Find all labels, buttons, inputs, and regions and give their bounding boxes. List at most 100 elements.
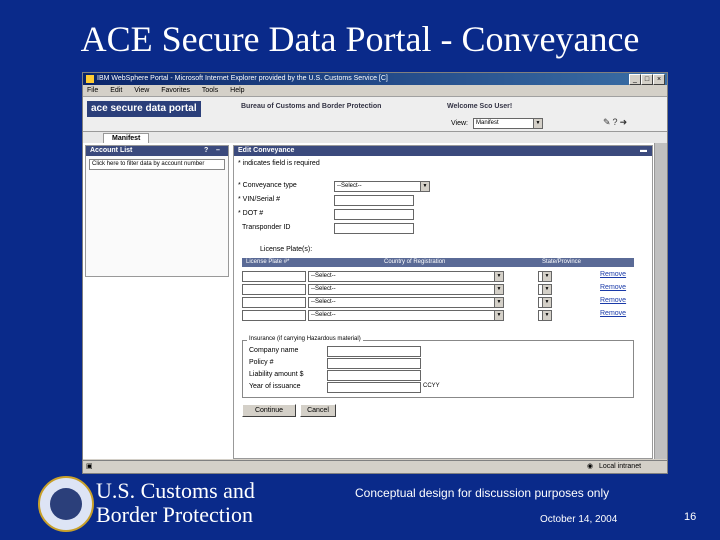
logout-icon[interactable]: ➜	[620, 117, 630, 127]
page-icon: ▣	[86, 463, 93, 470]
minimize-icon[interactable]: ▬	[640, 146, 647, 156]
edit-conveyance-title: Edit Conveyance	[238, 147, 295, 154]
portal-content: Account List ? – Click here to filter da…	[83, 143, 655, 459]
country-select[interactable]: --Select-- ▼	[308, 271, 504, 282]
remove-link[interactable]: Remove	[600, 310, 626, 317]
menu-file[interactable]: File	[87, 87, 98, 94]
year-hint: CCYY	[423, 383, 440, 389]
menu-edit[interactable]: Edit	[110, 87, 122, 94]
license-plate-field[interactable]	[242, 310, 306, 321]
chevron-down-icon: ▼	[533, 119, 542, 128]
help-icon[interactable]: ?	[204, 146, 208, 156]
license-plate-field[interactable]	[242, 271, 306, 282]
license-plates-label: License Plate(s):	[260, 246, 313, 253]
policy-field[interactable]	[327, 358, 421, 369]
account-list-header: Account List ? –	[86, 146, 228, 156]
year-label: Year of issuance	[249, 383, 301, 390]
liability-field[interactable]	[327, 370, 421, 381]
menu-tools[interactable]: Tools	[202, 87, 218, 94]
menu-help[interactable]: Help	[230, 87, 244, 94]
edit-icon[interactable]: ✎	[603, 117, 613, 127]
remove-link[interactable]: Remove	[600, 284, 626, 291]
continue-button[interactable]: Continue	[242, 404, 296, 417]
vin-label: * VIN/Serial #	[238, 196, 281, 203]
slide-title: ACE Secure Data Portal - Conveyance	[80, 19, 640, 59]
country-select-value: --Select--	[311, 312, 336, 318]
country-select[interactable]: --Select-- ▼	[308, 284, 504, 295]
country-select[interactable]: --Select-- ▼	[308, 297, 504, 308]
chevron-down-icon: ▼	[494, 311, 503, 320]
view-select-value: Manifest	[476, 120, 499, 126]
account-filter-input[interactable]: Click here to filter data by account num…	[89, 159, 225, 170]
cancel-button[interactable]: Cancel	[300, 404, 336, 417]
dot-field[interactable]	[334, 209, 414, 220]
remove-link[interactable]: Remove	[600, 297, 626, 304]
country-select-value: --Select--	[311, 286, 336, 292]
help-icon[interactable]: ?	[613, 117, 620, 127]
page-number: 16	[684, 511, 697, 523]
welcome-text: Welcome Sco User!	[447, 103, 513, 110]
view-select[interactable]: Manifest ▼	[473, 118, 543, 129]
browser-window: IBM WebSphere Portal - Microsoft Interne…	[82, 72, 668, 474]
liability-label: Liability amount $	[249, 371, 304, 378]
disclaimer-text: Conceptual design for discussion purpose…	[355, 486, 610, 500]
header-tools: ✎?➜	[603, 117, 629, 128]
conveyance-type-value: --Select--	[337, 183, 362, 189]
year-field[interactable]	[327, 382, 421, 393]
vertical-scrollbar[interactable]	[654, 143, 667, 459]
country-select[interactable]: --Select-- ▼	[308, 310, 504, 321]
country-select-value: --Select--	[311, 299, 336, 305]
license-plate-field[interactable]	[242, 297, 306, 308]
state-select[interactable]: ▼	[538, 271, 552, 282]
view-label: View:	[451, 120, 468, 127]
window-titlebar: IBM WebSphere Portal - Microsoft Interne…	[83, 73, 667, 85]
minimize-icon[interactable]: _	[629, 74, 641, 85]
country-select-value: --Select--	[311, 273, 336, 279]
insurance-legend: Insurance (if carrying Hazardous materia…	[247, 336, 363, 342]
minimize-icon[interactable]: –	[216, 146, 220, 156]
chevron-down-icon: ▼	[494, 298, 503, 307]
status-bar: ▣ ◉ Local intranet	[83, 460, 667, 473]
maximize-icon[interactable]: □	[641, 74, 653, 85]
col-license-plate: License Plate #*	[246, 259, 290, 265]
vin-field[interactable]	[334, 195, 414, 206]
slide-date: October 14, 2004	[540, 514, 618, 525]
transponder-label: Transponder ID	[242, 224, 291, 231]
transponder-field[interactable]	[334, 223, 414, 234]
bureau-name: Bureau of Customs and Border Protection	[241, 103, 382, 110]
chevron-down-icon: ▼	[494, 272, 503, 281]
org-name-line2: Border Protection	[96, 502, 254, 527]
menu-view[interactable]: View	[134, 87, 149, 94]
license-plate-table-header: License Plate #* Country of Registration…	[242, 258, 634, 267]
chevron-down-icon: ▼	[542, 285, 551, 294]
dot-label: * DOT #	[238, 210, 264, 217]
company-field[interactable]	[327, 346, 421, 357]
license-plate-field[interactable]	[242, 284, 306, 295]
browser-icon	[86, 75, 94, 83]
remove-link[interactable]: Remove	[600, 271, 626, 278]
insurance-fieldset: Insurance (if carrying Hazardous materia…	[242, 336, 634, 398]
status-text: Local intranet	[599, 463, 642, 470]
dhs-seal-icon	[38, 476, 94, 532]
state-select[interactable]: ▼	[538, 284, 552, 295]
portal-logo[interactable]: ace secure data portal	[87, 101, 201, 117]
edit-conveyance-panel: Edit Conveyance ▬ * indicates field is r…	[233, 145, 653, 459]
col-state: State/Province	[542, 259, 582, 265]
state-select[interactable]: ▼	[538, 310, 552, 321]
chevron-down-icon: ▼	[494, 285, 503, 294]
chevron-down-icon: ▼	[542, 298, 551, 307]
menu-bar: File Edit View Favorites Tools Help	[83, 85, 667, 97]
org-name-line1: U.S. Customs and	[96, 478, 255, 503]
conveyance-type-select[interactable]: --Select-- ▼	[334, 181, 430, 192]
close-icon[interactable]: ×	[653, 74, 665, 85]
intranet-icon: ◉	[587, 463, 594, 470]
window-title: IBM WebSphere Portal - Microsoft Interne…	[97, 75, 388, 82]
policy-label: Policy #	[249, 359, 274, 366]
menu-favorites[interactable]: Favorites	[161, 87, 190, 94]
state-select[interactable]: ▼	[538, 297, 552, 308]
required-note: * indicates field is required	[238, 160, 320, 167]
portal-header: ace secure data portal Bureau of Customs…	[83, 97, 667, 132]
account-list-panel: Account List ? – Click here to filter da…	[85, 145, 229, 277]
chevron-down-icon: ▼	[420, 182, 429, 191]
chevron-down-icon: ▼	[542, 311, 551, 320]
